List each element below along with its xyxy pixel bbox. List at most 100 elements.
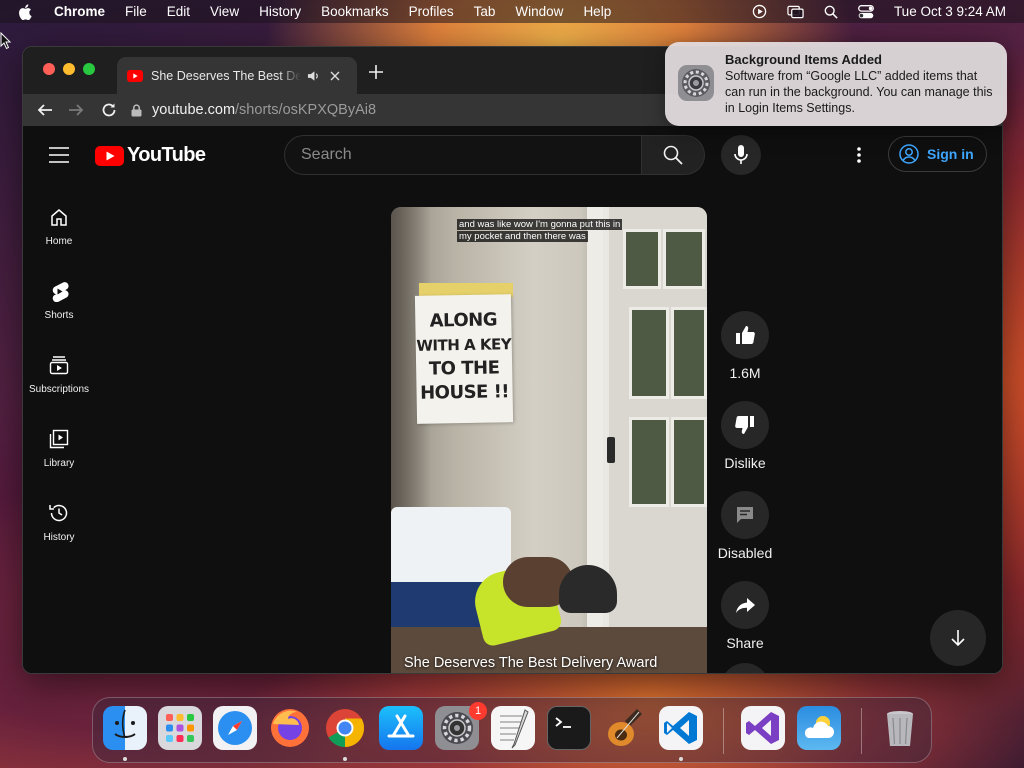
remix-button[interactable]: [721, 663, 769, 673]
speaker-icon[interactable]: [307, 70, 320, 82]
guide-label-subscriptions: Subscriptions: [28, 384, 90, 395]
account-circle-icon: [899, 144, 919, 164]
browser-tab-youtube[interactable]: She Deserves The Best Delivery Award - Y…: [117, 57, 357, 94]
menu-edit[interactable]: Edit: [167, 4, 190, 19]
menu-app-name[interactable]: Chrome: [54, 4, 105, 19]
reload-icon[interactable]: [101, 102, 117, 118]
zoom-window-button[interactable]: [83, 63, 95, 75]
youtube-wordmark: YouTube: [127, 144, 206, 166]
share-icon: [736, 598, 755, 613]
dock-textedit[interactable]: [491, 706, 535, 750]
dock-firefox[interactable]: [268, 706, 312, 750]
dock-launchpad[interactable]: [158, 706, 202, 750]
app-store-icon: [387, 714, 415, 738]
dock-weather[interactable]: [797, 706, 841, 750]
guide-item-history[interactable]: History: [23, 492, 95, 566]
search-input[interactable]: Search: [284, 135, 642, 175]
menu-clock[interactable]: Tue Oct 3 9:24 AM: [894, 4, 1006, 19]
menu-bookmarks[interactable]: Bookmarks: [321, 4, 389, 19]
guide-item-shorts[interactable]: Shorts: [23, 270, 95, 344]
hamburger-menu-icon[interactable]: [49, 147, 69, 163]
dock-safari[interactable]: [213, 706, 257, 750]
settings-more-button[interactable]: [855, 145, 863, 165]
caption-line-2: my pocket and then there was: [457, 231, 588, 242]
close-window-button[interactable]: [43, 63, 55, 75]
handwritten-sign: ALONG WITH A KEY TO THE HOUSE !!: [414, 294, 514, 424]
menu-tab[interactable]: Tab: [474, 4, 496, 19]
short-title[interactable]: She Deserves The Best Delivery Award: [404, 655, 657, 673]
guide-item-subscriptions[interactable]: Subscriptions: [23, 344, 95, 418]
url-path: /shorts/osKPXQByAi8: [235, 102, 377, 118]
play-circle-icon[interactable]: [752, 4, 767, 19]
subscriptions-icon: [49, 356, 69, 375]
menu-help[interactable]: Help: [583, 4, 611, 19]
url-host: youtube.com: [152, 102, 236, 118]
close-tab-icon[interactable]: [330, 71, 340, 81]
video-captions: and was like wow I'm gonna put this in m…: [457, 219, 647, 243]
lock-icon[interactable]: [131, 103, 142, 117]
guide-item-library[interactable]: Library: [23, 418, 95, 492]
guide-label-home: Home: [45, 236, 73, 247]
search-button[interactable]: [642, 135, 705, 175]
menu-profiles[interactable]: Profiles: [409, 4, 454, 19]
dock-chrome[interactable]: [323, 706, 367, 750]
menu-file[interactable]: File: [125, 4, 147, 19]
window-controls: [43, 63, 95, 75]
share-button[interactable]: [721, 581, 769, 629]
youtube-page: YouTube Search Sign in Home Shorts Subsc…: [23, 126, 1002, 673]
youtube-logo[interactable]: YouTube: [95, 144, 206, 167]
shorts-video-player[interactable]: ALONG WITH A KEY TO THE HOUSE !! and was…: [391, 207, 707, 673]
back-arrow-icon[interactable]: [37, 102, 53, 118]
guide-label-history: History: [43, 532, 75, 543]
dock-garageband[interactable]: [603, 706, 647, 750]
forward-arrow-icon[interactable]: [68, 102, 84, 118]
dock-terminal[interactable]: [547, 706, 591, 750]
address-bar[interactable]: youtube.com/shorts/osKPXQByAi8: [131, 95, 671, 125]
dock-app-store[interactable]: [379, 706, 423, 750]
search-placeholder: Search: [301, 146, 352, 163]
mini-guide: Home Shorts Subscriptions Library Histor…: [23, 196, 95, 566]
comments-label: Disabled: [717, 545, 773, 561]
sign-line-2: WITH A KEY: [416, 335, 512, 355]
background-items-notification[interactable]: Background Items Added Software from “Go…: [665, 42, 1007, 126]
dislike-button[interactable]: [721, 401, 769, 449]
next-short-button[interactable]: [930, 610, 986, 666]
dock-finder[interactable]: [103, 706, 147, 750]
thumbs-up-icon: [736, 326, 755, 344]
comments-button[interactable]: [721, 491, 769, 539]
dock-trash[interactable]: [878, 706, 922, 750]
sign-line-4: HOUSE !!: [419, 381, 510, 404]
comments-action: Disabled: [713, 491, 777, 561]
menu-history[interactable]: History: [259, 4, 301, 19]
menu-window[interactable]: Window: [515, 4, 563, 19]
chrome-window: She Deserves The Best Delivery Award - Y…: [22, 46, 1003, 674]
chrome-icon: [326, 709, 365, 748]
control-center-icon[interactable]: [857, 4, 874, 19]
voice-search-button[interactable]: [721, 135, 761, 175]
new-tab-icon[interactable]: [369, 65, 383, 79]
terminal-icon: [555, 717, 571, 728]
dock: 1: [92, 697, 932, 763]
search-icon[interactable]: [824, 5, 838, 19]
menu-bar: Chrome File Edit View History Bookmarks …: [0, 0, 1024, 23]
tab-title: She Deserves The Best Delivery Award - Y…: [151, 68, 301, 83]
guide-item-home[interactable]: Home: [23, 196, 95, 270]
share-action: Share: [713, 581, 777, 651]
youtube-header: YouTube Search Sign in: [23, 126, 1002, 182]
home-icon: [51, 209, 67, 226]
finder-icon: [114, 709, 136, 739]
search-icon: [663, 145, 683, 165]
dock-vscode[interactable]: [659, 706, 703, 750]
like-button[interactable]: [721, 311, 769, 359]
library-icon: [49, 429, 69, 449]
menu-view[interactable]: View: [210, 4, 239, 19]
vscode-icon: [664, 712, 697, 744]
screen-mirroring-icon[interactable]: [787, 5, 804, 19]
minimize-window-button[interactable]: [63, 63, 75, 75]
dock-visual-studio[interactable]: [741, 706, 785, 750]
textedit-icon: [500, 709, 529, 749]
guide-label-library: Library: [43, 458, 75, 469]
apple-menu-icon[interactable]: [18, 3, 32, 20]
visual-studio-icon: [746, 712, 779, 744]
sign-in-button[interactable]: Sign in: [888, 136, 987, 172]
